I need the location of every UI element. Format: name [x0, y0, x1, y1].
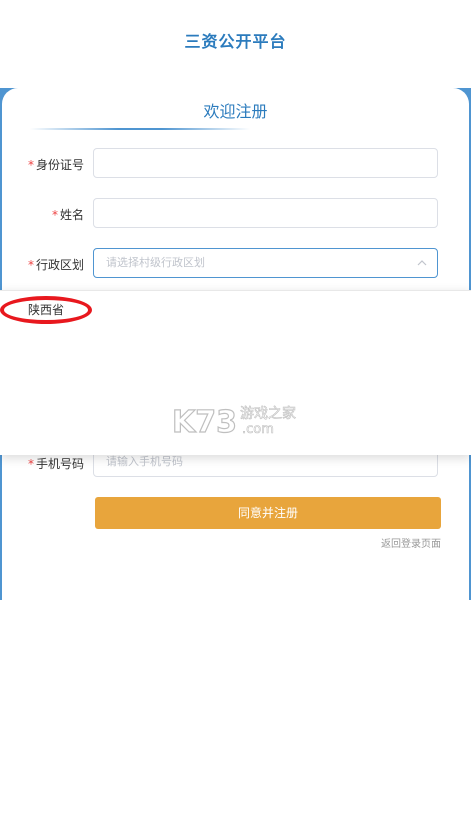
chevron-up-icon	[417, 249, 427, 277]
id-number-input[interactable]	[93, 148, 438, 178]
app-header: 三资公开平台	[0, 0, 471, 88]
welcome-underline	[30, 128, 250, 130]
watermark-text1: 游戏之家	[240, 405, 296, 422]
name-input[interactable]	[93, 198, 438, 228]
phone-label: * 手机号码	[27, 457, 84, 471]
id-number-label: * 身份证号	[27, 158, 84, 172]
app-title: 三资公开平台	[184, 32, 287, 51]
watermark-text2: .com	[242, 422, 274, 437]
welcome-title: 欢迎注册	[203, 102, 268, 121]
region-label: * 行政区划	[27, 258, 84, 272]
back-to-login-link[interactable]: 返回登录页面	[381, 535, 441, 550]
watermark-brand: K73	[172, 405, 237, 438]
agree-register-button[interactable]: 同意并注册	[95, 497, 441, 529]
region-select[interactable]: 请选择村级行政区划	[93, 248, 438, 278]
name-label: * 姓名	[51, 208, 84, 222]
watermark-logo: K73 游戏之家 .com	[171, 402, 302, 440]
phone-placeholder: 请输入手机号码	[106, 455, 183, 468]
highlight-circle	[0, 296, 92, 324]
region-placeholder: 请选择村级行政区划	[106, 256, 205, 269]
